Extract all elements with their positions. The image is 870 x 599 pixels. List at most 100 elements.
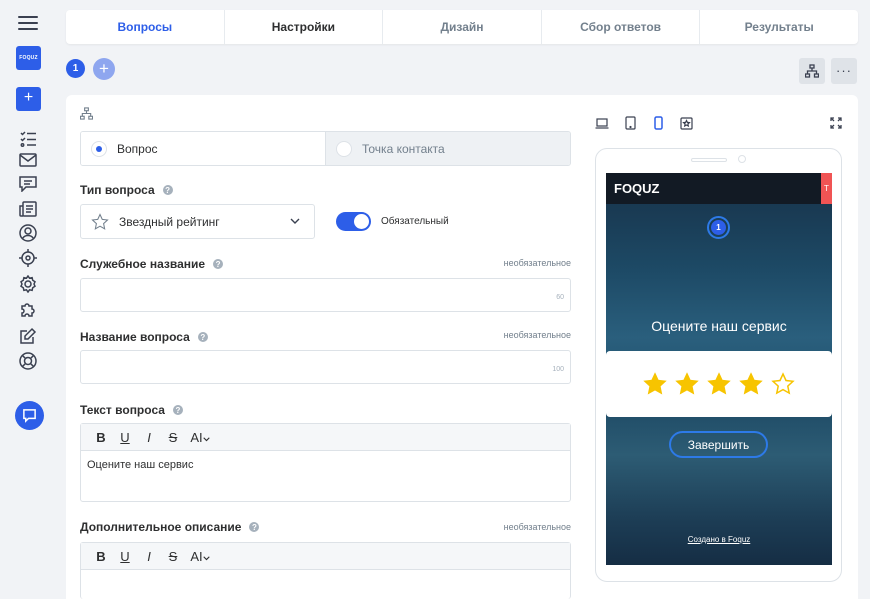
question-text-content[interactable]: Оцените наш сервис [81, 451, 570, 479]
ai-button[interactable]: AI [185, 549, 215, 564]
star-empty-icon[interactable] [771, 372, 795, 396]
chat-icon [23, 409, 36, 423]
left-sidebar: FOQUZ + [0, 0, 56, 599]
editor-toolbar: B U I S AI [81, 543, 570, 570]
star-filled-icon[interactable] [643, 372, 667, 396]
description-label: Дополнительное описание? [80, 520, 260, 534]
kind-option-label: Точка контакта [362, 141, 445, 156]
kind-option-label: Вопрос [117, 141, 158, 156]
preview-screen: FOQUZ T 1 Оцените наш сервис Завершить С… [606, 173, 832, 565]
preview-page-indicator: 1 [707, 216, 730, 239]
chevron-down-icon [202, 555, 210, 560]
service-name-input[interactable]: 60 [80, 278, 571, 312]
tab-design[interactable]: Дизайн [383, 10, 542, 44]
preview-corner-tab[interactable]: T [821, 173, 832, 204]
question-text-editor: B U I S AI Оцените наш сервис [80, 423, 571, 502]
question-type-label: Тип вопроса? [80, 183, 173, 197]
kind-option-contact[interactable]: Точка контакта [325, 132, 570, 165]
list-icon[interactable] [18, 129, 38, 149]
help-icon[interactable]: ? [162, 185, 173, 195]
question-name-input[interactable]: 100 [80, 350, 571, 384]
description-editor: B U I S AI [80, 542, 571, 599]
expand-icon[interactable] [830, 117, 842, 132]
mail-icon[interactable] [18, 150, 38, 170]
tab-results[interactable]: Результаты [700, 10, 858, 44]
comment-icon[interactable] [18, 174, 38, 194]
more-options-button[interactable]: ··· [831, 58, 857, 84]
underline-button[interactable]: U [113, 549, 137, 564]
logo[interactable]: FOQUZ [16, 46, 41, 70]
tab-settings[interactable]: Настройки [225, 10, 384, 44]
preview-finish-button[interactable]: Завершить [669, 431, 768, 458]
star-filled-icon[interactable] [707, 372, 731, 396]
bold-button[interactable]: B [89, 549, 113, 564]
ai-button[interactable]: AI [185, 430, 215, 445]
help-icon[interactable]: ? [249, 522, 260, 532]
sitemap-icon[interactable] [79, 107, 94, 123]
star-filled-icon[interactable] [675, 372, 699, 396]
question-kind-switch: Вопрос Точка контакта [80, 131, 571, 166]
phone-camera [738, 155, 746, 163]
tablet-icon[interactable] [623, 116, 637, 130]
question-type-value: Звездный рейтинг [119, 214, 220, 229]
service-name-label: Служебное название? [80, 257, 224, 271]
gear-icon[interactable] [18, 274, 38, 294]
question-text-label: Текст вопроса? [80, 403, 183, 417]
question-name-label: Название вопроса? [80, 330, 208, 344]
help-icon[interactable]: ? [172, 405, 183, 415]
star-filled-icon[interactable] [739, 372, 763, 396]
optional-hint: необязательное [503, 258, 571, 268]
preview-made-with-link[interactable]: Создано в Foquz [606, 535, 832, 544]
ellipsis-icon: ··· [836, 63, 852, 78]
news-icon[interactable] [18, 199, 38, 219]
puzzle-icon[interactable] [18, 300, 38, 320]
phone-icon[interactable] [651, 116, 665, 130]
chevron-down-icon [290, 218, 300, 224]
page-number-badge[interactable]: 1 [66, 59, 85, 78]
top-tabs: Вопросы Настройки Дизайн Сбор ответов Ре… [66, 10, 858, 44]
device-switcher [595, 116, 693, 130]
laptop-icon[interactable] [595, 116, 609, 130]
star-outline-icon [91, 212, 109, 230]
description-content[interactable] [81, 570, 570, 586]
question-type-select[interactable]: Звездный рейтинг [80, 204, 315, 239]
menu-icon[interactable] [18, 16, 38, 30]
optional-hint: необязательное [503, 522, 571, 532]
create-poll-button[interactable]: + [16, 87, 41, 111]
editor-toolbar: B U I S AI [81, 424, 570, 451]
radio-unselected [336, 140, 352, 157]
preview-star-rating [606, 351, 832, 417]
edit-icon[interactable] [18, 326, 38, 346]
italic-button[interactable]: I [137, 549, 161, 564]
chat-support-button[interactable] [15, 401, 44, 430]
italic-button[interactable]: I [137, 430, 161, 445]
preview-question: Оцените наш сервис [651, 318, 787, 334]
question-editor-panel: Вопрос Точка контакта Тип вопроса? Звезд… [66, 95, 858, 599]
strike-button[interactable]: S [161, 430, 185, 445]
preview-header: FOQUZ [606, 173, 832, 204]
bold-button[interactable]: B [89, 430, 113, 445]
target-icon[interactable] [18, 248, 38, 268]
lifebuoy-icon[interactable] [18, 351, 38, 371]
char-limit: 100 [552, 366, 564, 373]
help-icon[interactable]: ? [197, 332, 208, 342]
sitemap-icon [805, 64, 819, 78]
help-icon[interactable]: ? [213, 259, 224, 269]
strike-button[interactable]: S [161, 549, 185, 564]
char-limit: 60 [556, 294, 564, 301]
logic-tree-button[interactable] [799, 58, 825, 84]
tab-collect[interactable]: Сбор ответов [542, 10, 701, 44]
underline-button[interactable]: U [113, 430, 137, 445]
app-widget-icon[interactable] [679, 116, 693, 130]
required-toggle[interactable] [336, 212, 371, 231]
optional-hint: необязательное [503, 330, 571, 340]
tab-questions[interactable]: Вопросы [66, 10, 225, 44]
chevron-down-icon [202, 436, 210, 441]
radio-selected [91, 140, 107, 157]
kind-option-question[interactable]: Вопрос [81, 132, 325, 165]
preview-brand: FOQUZ [614, 181, 660, 196]
phone-speaker [691, 158, 727, 162]
user-icon[interactable] [18, 223, 38, 243]
required-label: Обязательный [381, 216, 449, 227]
add-page-button[interactable]: + [93, 58, 115, 80]
